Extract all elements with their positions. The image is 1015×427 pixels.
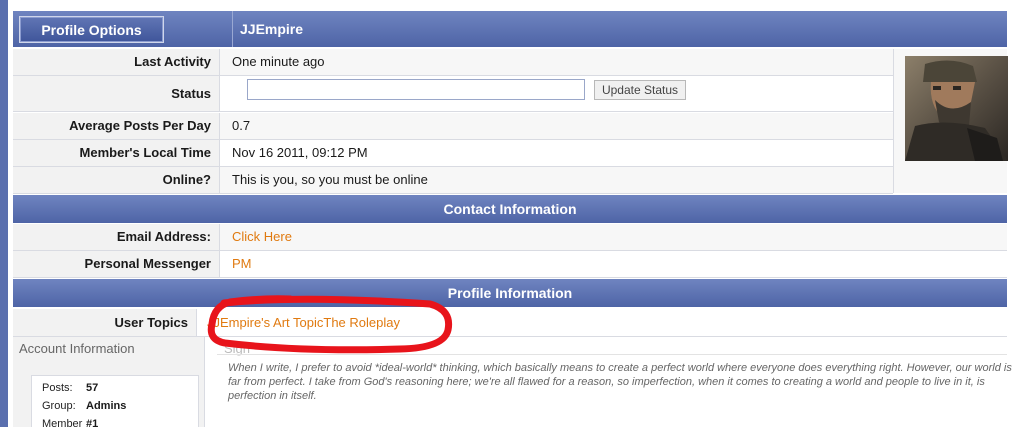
avatar xyxy=(905,56,1008,161)
group-label: Group: xyxy=(42,400,76,412)
last-activity-row: Last Activity One minute ago xyxy=(13,49,893,76)
account-stats-box: Posts: 57 Group: Admins Member #1 xyxy=(31,375,199,427)
online-label: Online? xyxy=(13,167,220,193)
pm-link[interactable]: PM xyxy=(232,251,252,277)
last-activity-label: Last Activity xyxy=(13,49,220,75)
user-topics-label: User Topics xyxy=(13,309,197,336)
posts-label: Posts: xyxy=(42,382,73,394)
local-time-label: Member's Local Time xyxy=(13,140,220,166)
user-topics-row: User Topics JJEmpire's Art TopicThe Role… xyxy=(13,309,1007,337)
signature-area: Sign When I write, I prefer to avoid *id… xyxy=(217,337,1012,427)
local-time-value: Nov 16 2011, 09:12 PM xyxy=(232,145,368,160)
last-activity-value: One minute ago xyxy=(232,54,325,69)
header-divider xyxy=(232,11,233,47)
avg-posts-label: Average Posts Per Day xyxy=(13,113,220,139)
messenger-row: Personal Messenger PM xyxy=(13,251,1007,278)
member-value: #1 xyxy=(86,418,99,427)
soldier-avatar-icon xyxy=(905,56,1008,161)
user-topics-links: JJEmpire's Art TopicThe Roleplay xyxy=(207,309,400,336)
status-label: Status xyxy=(13,76,220,111)
local-time-row: Member's Local Time Nov 16 2011, 09:12 P… xyxy=(13,140,893,167)
avatar-cell xyxy=(893,49,1008,193)
member-label: Member xyxy=(42,418,83,427)
profile-information-title: Profile Information xyxy=(447,285,573,301)
avg-posts-value: 0.7 xyxy=(232,118,251,133)
username-title: JJEmpire xyxy=(240,21,304,37)
update-status-button[interactable]: Update Status xyxy=(594,80,686,100)
status-input[interactable] xyxy=(247,79,585,100)
signature-text: When I write, I prefer to avoid *ideal-w… xyxy=(228,362,1012,402)
group-stat: Group: Admins xyxy=(42,400,126,412)
email-row: Email Address: Click Here xyxy=(13,224,1007,251)
left-border xyxy=(0,0,8,427)
account-information-panel: Account Information Posts: 57 Group: Admin… xyxy=(13,337,205,427)
topic-link-roleplay[interactable]: The Roleplay xyxy=(323,315,400,330)
profile-options-button[interactable]: Profile Options xyxy=(19,16,164,43)
email-link[interactable]: Click Here xyxy=(232,224,292,250)
account-information-title: Account Information xyxy=(19,341,135,356)
topic-link-art[interactable]: JJEmpire's Art Topic xyxy=(207,315,323,330)
avg-posts-row: Average Posts Per Day 0.7 xyxy=(13,113,893,140)
messenger-label: Personal Messenger xyxy=(13,251,220,277)
online-row: Online? This is you, so you must be onli… xyxy=(13,167,893,194)
profile-information-header: Profile Information xyxy=(13,279,1007,307)
member-stat: Member #1 xyxy=(42,418,98,427)
email-label: Email Address: xyxy=(13,224,220,250)
signature-divider xyxy=(217,354,1007,355)
contact-information-header: Contact Information xyxy=(13,195,1007,223)
online-value: This is you, so you must be online xyxy=(232,172,428,187)
posts-stat: Posts: 57 xyxy=(42,382,98,394)
posts-value: 57 xyxy=(86,382,99,394)
contact-information-title: Contact Information xyxy=(443,201,577,217)
status-row: Status Update Status xyxy=(13,76,893,112)
profile-header-bar: Profile Options JJEmpire xyxy=(13,11,1007,47)
group-value: Admins xyxy=(86,400,127,412)
